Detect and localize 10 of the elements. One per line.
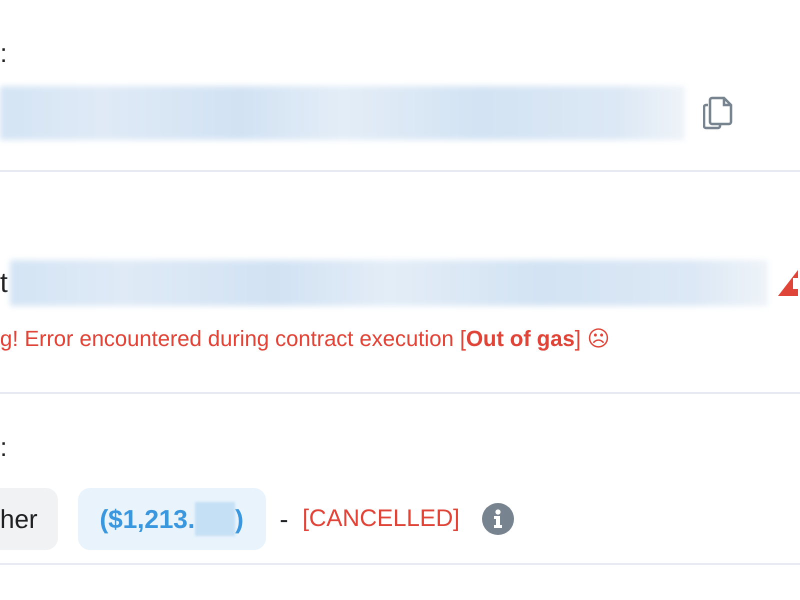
separator: - <box>280 504 288 534</box>
info-icon[interactable] <box>482 503 514 535</box>
field-label: : <box>0 432 8 462</box>
field-label: : <box>0 38 8 68</box>
status-text: [CANCELLED] <box>302 505 460 533</box>
copy-icon[interactable] <box>703 96 733 130</box>
error-message: g! Error encountered during contract execution [Out of gas] ☹ <box>0 326 611 352</box>
amount-badge: her <box>0 488 58 550</box>
field-label: t <box>0 266 8 300</box>
usd-badge: ($1,213. ) <box>78 488 266 550</box>
